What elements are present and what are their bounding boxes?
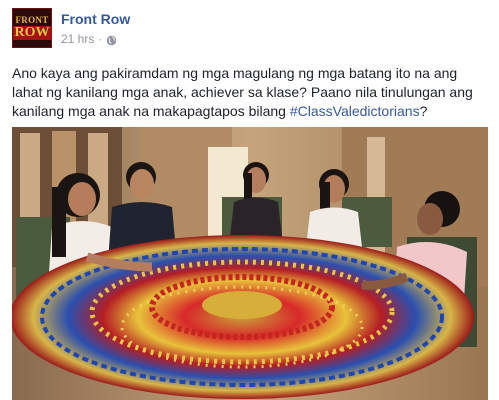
hashtag-link[interactable]: #ClassValedictorians: [290, 103, 420, 119]
page-name-link[interactable]: Front Row: [61, 10, 130, 28]
post-text: Ano kaya ang pakiramdam ng mga magulang …: [12, 64, 488, 121]
post-photo[interactable]: [12, 127, 488, 400]
globe-icon[interactable]: [106, 34, 117, 45]
avatar-logo-line2: ROW: [12, 25, 52, 40]
separator-dot: ·: [98, 32, 103, 46]
avatar-logo-line1: FRONT: [15, 15, 49, 25]
post-subline: 21 hrs ·: [61, 31, 130, 47]
post-header: FRONT ROW Front Row 21 hrs ·: [12, 8, 130, 52]
post-text-end: ?: [419, 103, 428, 119]
post-timestamp[interactable]: 21 hrs: [61, 31, 94, 47]
facebook-post: FRONT ROW Front Row 21 hrs · Ano kaya an…: [0, 0, 499, 400]
photo-illustration: [12, 127, 488, 400]
page-avatar[interactable]: FRONT ROW: [12, 8, 52, 48]
post-meta: Front Row 21 hrs ·: [61, 8, 130, 47]
